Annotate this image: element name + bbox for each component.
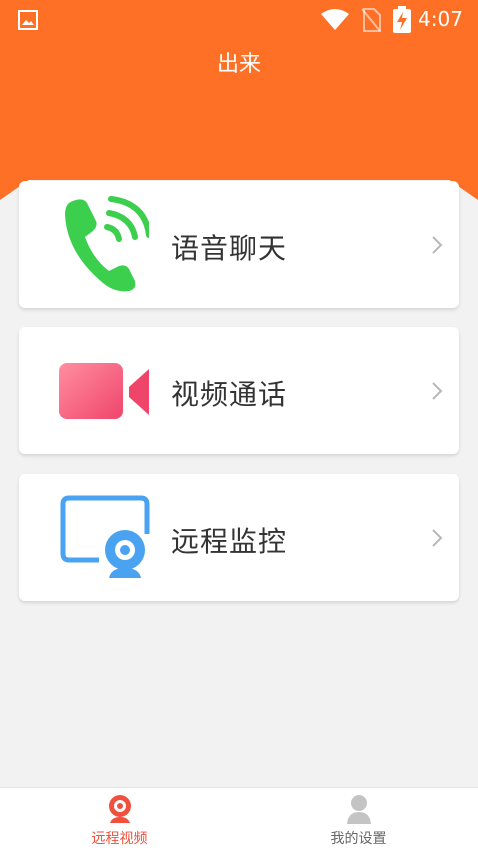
phone-call-icon <box>65 196 149 292</box>
tab-remote-video[interactable]: 远程视频 <box>0 788 239 850</box>
video-call-card[interactable]: 视频通话 <box>19 327 459 454</box>
tab-remote-video-label: 远程视频 <box>91 831 148 847</box>
tab-my-settings-label: 我的设置 <box>330 831 387 847</box>
remote-monitor-label: 远程监控 <box>171 525 288 558</box>
battery-charging-icon <box>393 6 411 33</box>
video-camera-icon <box>59 363 149 419</box>
user-icon <box>346 795 371 824</box>
remote-monitor-icon <box>60 495 150 578</box>
status-bar: 4:07 <box>0 0 478 40</box>
video-call-label: 视频通话 <box>171 378 288 411</box>
voice-chat-label: 语音聊天 <box>171 232 288 265</box>
wifi-icon <box>321 9 349 30</box>
voice-chat-card[interactable]: 语音聊天 <box>19 181 459 308</box>
gallery-notification-icon <box>18 10 38 30</box>
chevron-right-icon <box>432 382 443 400</box>
chevron-right-icon <box>432 529 443 547</box>
page-title: 出来 <box>216 52 261 77</box>
bottom-tab-bar: 远程视频 我的设置 <box>0 787 478 850</box>
chevron-right-icon <box>432 236 443 254</box>
tab-my-settings[interactable]: 我的设置 <box>239 788 478 850</box>
status-time: 4:07 <box>418 7 463 31</box>
webcam-icon <box>108 795 131 823</box>
no-sim-icon <box>361 8 381 32</box>
remote-monitor-card[interactable]: 远程监控 <box>19 474 459 601</box>
